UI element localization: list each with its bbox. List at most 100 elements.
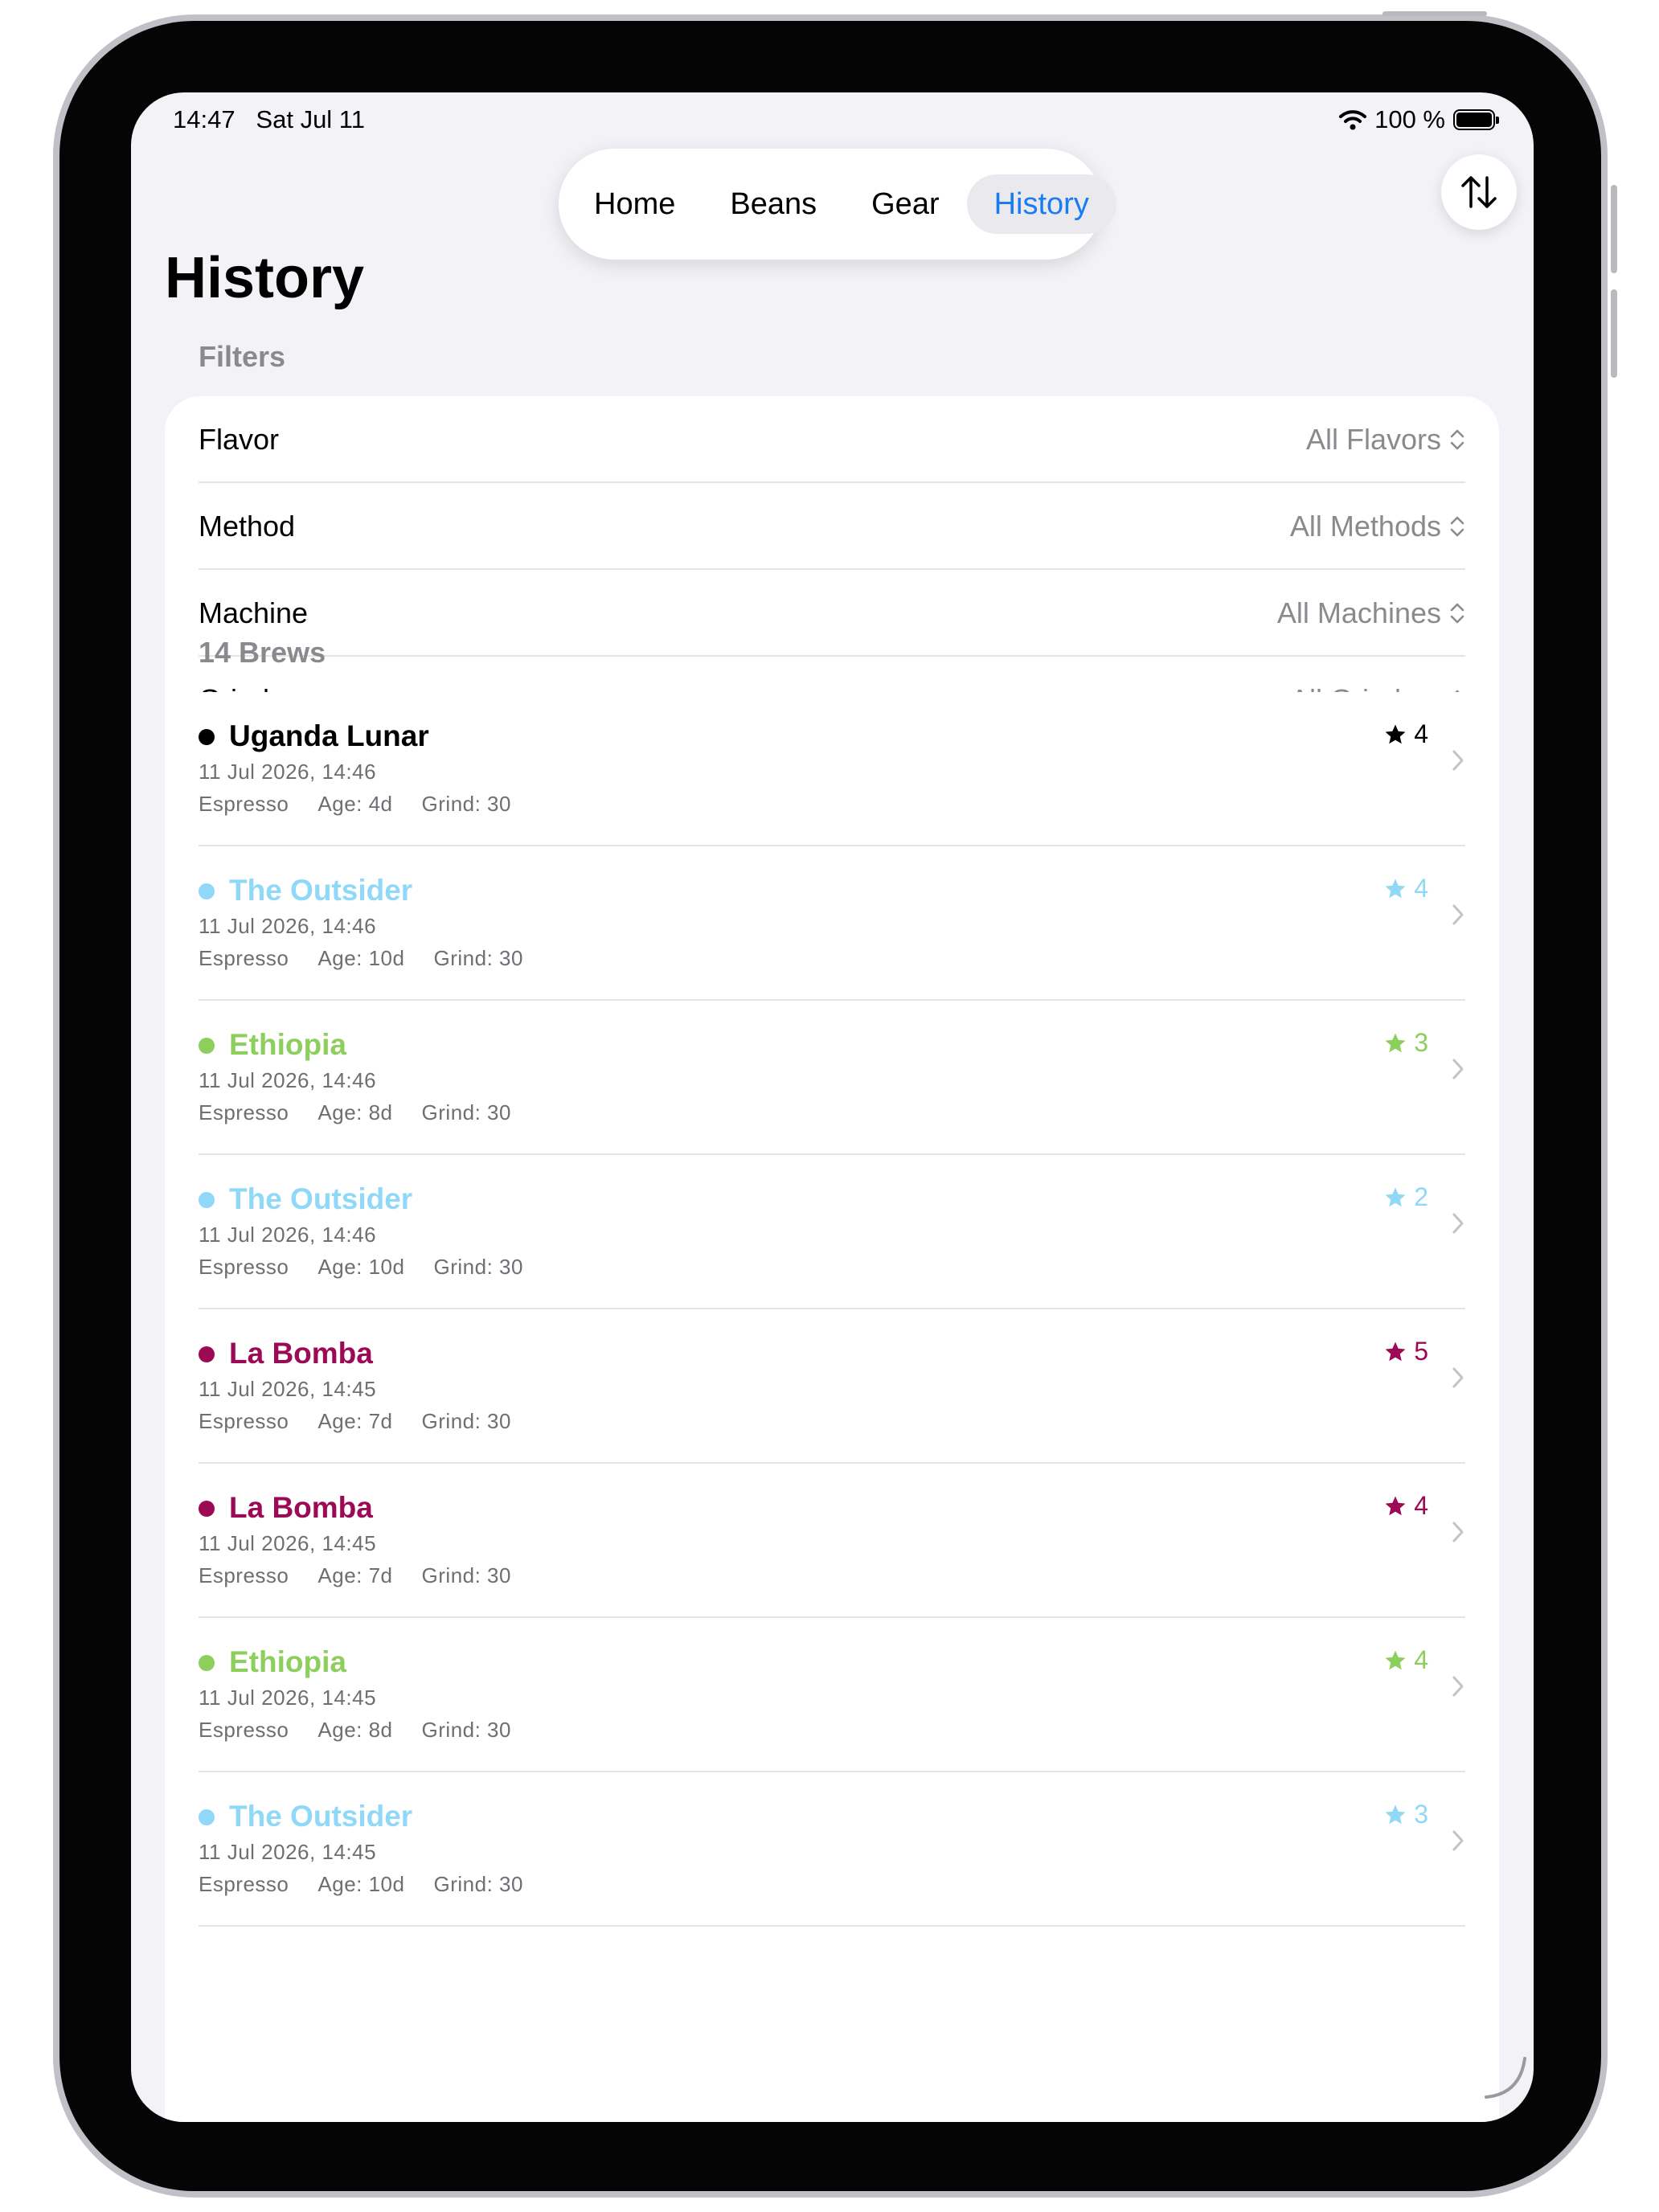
rating-value: 4 — [1414, 1645, 1428, 1674]
status-time: 14:47 — [173, 105, 236, 133]
star-icon — [1385, 1496, 1406, 1515]
brew-meta: Espresso Age: 10d Grind: 30 — [199, 946, 523, 971]
chevron-right — [1451, 1674, 1465, 1702]
tab-beans[interactable]: Beans — [703, 174, 844, 234]
volume-down-button — [1611, 289, 1617, 378]
brew-age: Age: 4d — [317, 792, 393, 816]
star-icon — [1385, 1804, 1406, 1824]
filter-picker[interactable]: All Methods — [1290, 483, 1465, 570]
brew-method: Espresso — [199, 1409, 289, 1433]
scroll-indicator — [1485, 2057, 1526, 2099]
brew-grind: Grind: 30 — [421, 1718, 511, 1742]
bean-color-dot — [199, 1192, 215, 1208]
filter-value: All Machines — [1276, 596, 1441, 629]
brew-method: Espresso — [199, 946, 289, 970]
tab-history[interactable]: History — [966, 174, 1116, 234]
brews-list: Uganda Lunar 4 11 Jul 2026, 14:46 Espresso A… — [165, 692, 1499, 2122]
brew-row[interactable]: The Outsider 3 11 Jul 2026, 14:45 Espresso A… — [165, 1772, 1499, 1927]
chevron-right — [1451, 1520, 1465, 1548]
brew-date: 11 Jul 2026, 14:45 — [199, 1686, 377, 1710]
brew-date: 11 Jul 2026, 14:45 — [199, 1377, 377, 1401]
wifi-icon — [1339, 110, 1367, 130]
divider — [199, 1925, 1465, 1927]
brew-date: 11 Jul 2026, 14:45 — [199, 1840, 377, 1864]
brew-meta: Espresso Age: 7d Grind: 30 — [199, 1409, 511, 1434]
status-date: Sat Jul 11 — [256, 105, 365, 133]
brew-date: 11 Jul 2026, 14:46 — [199, 1068, 377, 1092]
chevron-up-down-icon — [1450, 516, 1464, 537]
brew-row[interactable]: La Bomba 4 11 Jul 2026, 14:45 Espresso Age: … — [165, 1464, 1499, 1618]
brew-rating: 2 — [1383, 1182, 1428, 1212]
brew-date: 11 Jul 2026, 14:46 — [199, 1223, 377, 1247]
brew-age: Age: 10d — [317, 1255, 405, 1279]
brew-row[interactable]: Ethiopia 3 11 Jul 2026, 14:46 Espresso Age: … — [165, 1001, 1499, 1155]
brew-rating: 3 — [1383, 1028, 1428, 1058]
brew-grind: Grind: 30 — [421, 1563, 511, 1587]
chevron-right — [1451, 1211, 1465, 1239]
bean-color-dot — [199, 1809, 215, 1825]
brew-meta: Espresso Age: 8d Grind: 30 — [199, 1100, 511, 1125]
brew-age: Age: 8d — [317, 1718, 393, 1742]
rating-value: 5 — [1414, 1337, 1428, 1366]
sort-button[interactable] — [1441, 154, 1517, 230]
filter-row-machine[interactable]: Machine All Machines — [165, 570, 1499, 657]
brew-rating: 3 — [1383, 1800, 1428, 1829]
brew-row[interactable]: Ethiopia 4 11 Jul 2026, 14:45 Espresso Age: … — [165, 1618, 1499, 1772]
filter-picker[interactable]: All Flavors — [1306, 396, 1465, 483]
brew-row[interactable]: The Outsider 2 11 Jul 2026, 14:46 Espresso A… — [165, 1155, 1499, 1309]
rating-value: 4 — [1414, 1491, 1428, 1520]
brew-grind: Grind: 30 — [421, 792, 511, 816]
brew-row[interactable]: Uganda Lunar 4 11 Jul 2026, 14:46 Espresso A… — [165, 692, 1499, 846]
page-title: History — [165, 246, 365, 310]
chevron-right — [1451, 1057, 1465, 1085]
chevron-up-down-icon — [1450, 603, 1464, 624]
chevron-right-icon — [1452, 904, 1464, 925]
chevron-up-down-icon — [1450, 429, 1464, 450]
filter-label: Flavor — [199, 423, 280, 456]
filter-row-flavor[interactable]: Flavor All Flavors — [165, 396, 1499, 483]
brew-bean-name: The Outsider — [229, 1800, 413, 1833]
chevron-right — [1451, 748, 1465, 776]
brew-rating: 4 — [1383, 1491, 1428, 1521]
status-bar-time: 14:47 Sat Jul 11 — [173, 105, 365, 134]
chevron-right-icon — [1452, 1367, 1464, 1388]
tab-gear[interactable]: Gear — [844, 174, 966, 234]
brew-bean-name: The Outsider — [229, 1182, 413, 1215]
brew-bean-name: Uganda Lunar — [229, 719, 429, 752]
top-button — [1382, 11, 1487, 16]
star-icon — [1385, 1650, 1406, 1669]
rating-value: 3 — [1414, 1800, 1428, 1829]
brew-method: Espresso — [199, 1100, 289, 1124]
brew-method: Espresso — [199, 1563, 289, 1587]
brew-method: Espresso — [199, 792, 289, 816]
brew-method: Espresso — [199, 1255, 289, 1279]
filter-picker[interactable]: All Machines — [1277, 570, 1465, 657]
brew-rating: 5 — [1383, 1337, 1428, 1366]
chevron-right-icon — [1452, 1059, 1464, 1079]
bean-color-dot — [199, 729, 215, 745]
brew-bean-name: La Bomba — [229, 1337, 373, 1370]
bean-color-dot — [199, 1038, 215, 1054]
brew-age: Age: 7d — [317, 1563, 393, 1587]
brew-row[interactable]: The Outsider 4 11 Jul 2026, 14:46 Espresso A… — [165, 846, 1499, 1001]
chevron-right-icon — [1452, 750, 1464, 771]
rating-value: 4 — [1414, 719, 1428, 748]
tab-home[interactable]: Home — [567, 174, 703, 234]
brew-bean-name: La Bomba — [229, 1491, 373, 1524]
bean-color-dot — [199, 1655, 215, 1671]
filter-label: Method — [199, 510, 296, 543]
brew-method: Espresso — [199, 1718, 289, 1742]
brew-meta: Espresso Age: 7d Grind: 30 — [199, 1563, 511, 1588]
chevron-right-icon — [1452, 1830, 1464, 1851]
brew-grind: Grind: 30 — [433, 1872, 523, 1896]
brew-rating: 4 — [1383, 874, 1428, 903]
filter-value: All Flavors — [1305, 423, 1441, 456]
brew-row[interactable]: La Bomba 5 11 Jul 2026, 14:45 Espresso Age: … — [165, 1309, 1499, 1464]
filter-row-method[interactable]: Method All Methods — [165, 483, 1499, 570]
brew-rating: 4 — [1383, 1645, 1428, 1675]
screen: 14:47 Sat Jul 11 100 % Home Beans Gear H… — [131, 92, 1534, 2122]
rating-value: 3 — [1414, 1028, 1428, 1057]
chevron-right — [1451, 903, 1465, 931]
bean-color-dot — [199, 883, 215, 899]
brew-grind: Grind: 30 — [421, 1409, 511, 1433]
